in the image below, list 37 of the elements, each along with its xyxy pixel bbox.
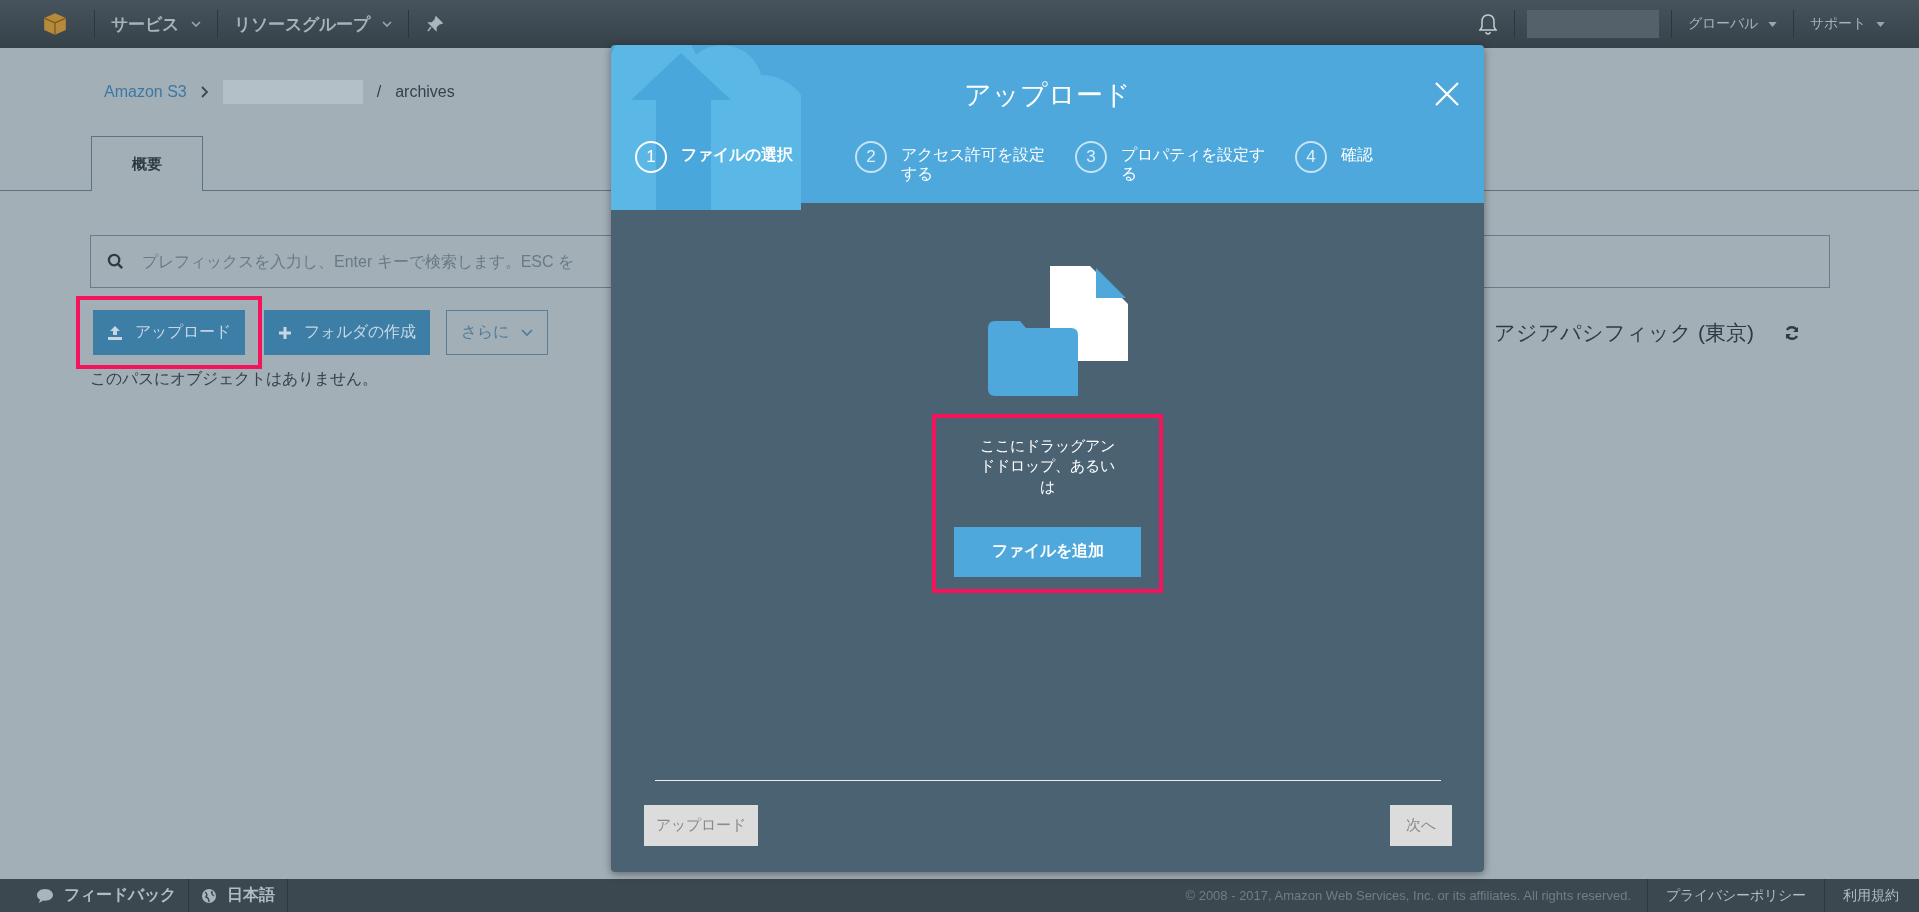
file-and-folder-icon <box>987 266 1128 396</box>
upload-button[interactable]: アップロード <box>93 310 245 355</box>
create-folder-button[interactable]: フォルダの作成 <box>264 310 430 355</box>
breadcrumb-link[interactable]: Amazon S3 <box>104 83 187 101</box>
close-icon[interactable] <box>1434 81 1460 107</box>
footer-link[interactable]: フィードバック <box>36 885 176 906</box>
caret-down-icon <box>1768 21 1777 27</box>
caret-down-icon <box>1876 21 1885 27</box>
refresh-icon[interactable] <box>1784 324 1800 341</box>
nav-menu[interactable]: グローバル <box>1684 15 1781 33</box>
chevron-down-icon <box>382 21 392 27</box>
region-label: アジアパシフィック (東京) <box>1494 319 1754 346</box>
breadcrumb-separator: / <box>376 83 382 101</box>
upload-icon <box>107 324 123 341</box>
bell-icon[interactable] <box>1478 13 1498 35</box>
search-icon <box>107 253 124 270</box>
chevron-down-icon <box>191 21 201 27</box>
footer-link[interactable]: 利用規約 <box>1837 886 1905 905</box>
footer-link[interactable]: プライバシーポリシー <box>1660 886 1812 905</box>
nav-menu[interactable]: サービス <box>107 12 205 36</box>
speech-bubble-icon <box>36 887 54 904</box>
nav-menu[interactable]: サポート <box>1806 15 1889 33</box>
chevron-right-icon <box>200 86 209 98</box>
more-dropdown[interactable]: さらに <box>446 310 548 355</box>
overview-tab[interactable]: 概要 <box>91 136 203 191</box>
globe-icon <box>201 887 217 904</box>
dialog-title: アップロード <box>964 79 1131 112</box>
breadcrumb-current: archives <box>395 83 455 101</box>
footer-link[interactable]: 日本語 <box>201 885 275 906</box>
chevron-down-icon <box>521 328 533 337</box>
nav-menu[interactable]: リソースグループ <box>230 12 396 36</box>
add-files-button[interactable]: ファイルを追加 <box>954 526 1141 577</box>
drop-instructions: ここにドラッグアンドドロップ、あるいは <box>979 436 1116 497</box>
cube-logo-icon[interactable] <box>42 11 68 37</box>
pin-icon[interactable] <box>427 16 443 32</box>
plus-icon <box>278 325 292 340</box>
empty-message: このパスにオブジェクトはありません。 <box>90 369 379 389</box>
